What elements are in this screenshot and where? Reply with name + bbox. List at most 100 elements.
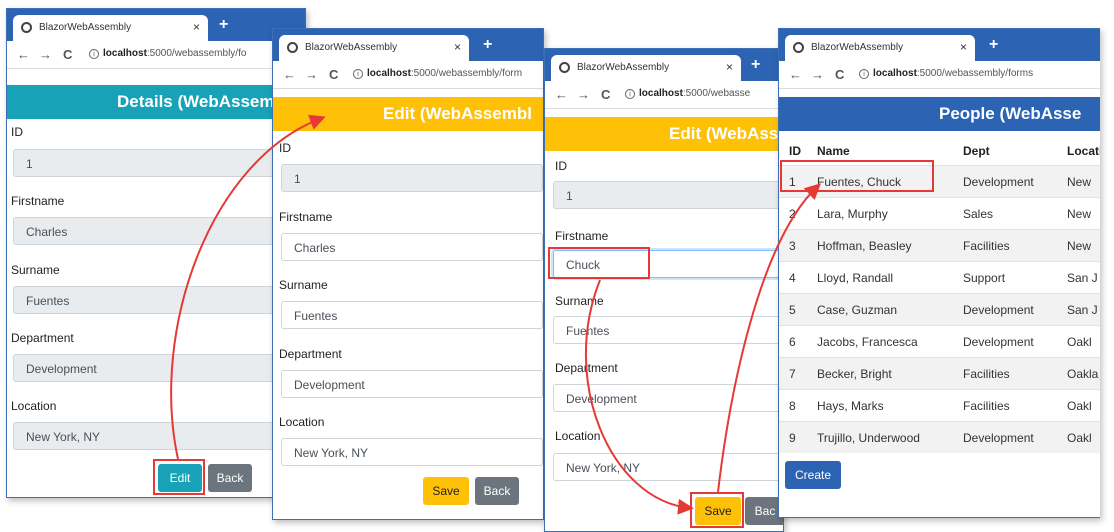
cell-id: 6: [789, 335, 796, 349]
firstname-highlight: [548, 247, 650, 279]
id-label: ID: [555, 159, 567, 173]
address-bar: ← → C i localhost:5000/webassembly/forms: [779, 61, 1100, 89]
row-highlight: [780, 160, 934, 192]
url-field[interactable]: i localhost:5000/webassembly/forms: [859, 68, 1033, 79]
cell-id: 2: [789, 207, 796, 221]
cell-location: New: [1067, 175, 1092, 189]
cell-dept: Development: [963, 175, 1034, 189]
table-row[interactable]: 2 Lara, Murphy Sales New: [779, 197, 1100, 229]
department-input[interactable]: Development: [553, 384, 783, 412]
cell-dept: Sales: [963, 207, 994, 221]
table-body: 1 Fuentes, Chuck Development New 2 Lara, Murp…: [779, 165, 1100, 453]
info-icon: i: [353, 69, 363, 79]
address-bar: ← → C i localhost:5000/webasse: [545, 81, 783, 109]
people-window: BlazorWebAssembly × + ← → C i localhost:5…: [778, 28, 1100, 518]
new-tab-icon[interactable]: +: [219, 16, 228, 34]
table-row[interactable]: 3 Hoffman, Beasley Facilities New: [779, 229, 1100, 261]
title-bar: BlazorWebAssembly × +: [7, 9, 305, 41]
back-button[interactable]: Back: [208, 464, 252, 492]
forward-arrow-icon[interactable]: →: [39, 47, 52, 62]
create-button[interactable]: Create: [785, 461, 841, 489]
browser-tab[interactable]: BlazorWebAssembly ×: [785, 35, 975, 61]
cell-dept: Development: [963, 431, 1034, 445]
cell-dept: Facilities: [963, 399, 1010, 413]
location-field: New York, NY: [13, 422, 303, 450]
back-button[interactable]: Back: [475, 477, 519, 505]
page-header: Edit (WebAss: [545, 117, 783, 151]
cell-name: Becker, Bright: [817, 367, 892, 381]
reload-icon[interactable]: C: [329, 67, 338, 82]
reload-icon[interactable]: C: [601, 87, 610, 102]
cell-id: 9: [789, 431, 796, 445]
id-label: ID: [279, 141, 291, 155]
tab-close-icon[interactable]: ×: [960, 40, 967, 54]
favicon-icon: [793, 42, 804, 53]
new-tab-icon[interactable]: +: [751, 56, 760, 74]
address-bar: ← → C i localhost:5000/webassembly/fo: [7, 41, 305, 69]
browser-tab[interactable]: BlazorWebAssembly ×: [551, 55, 741, 81]
back-arrow-icon[interactable]: ←: [17, 47, 30, 62]
table-row[interactable]: 9 Trujillo, Underwood Development Oakl: [779, 421, 1100, 453]
location-input[interactable]: New York, NY: [281, 438, 543, 466]
edit-button-highlight: [153, 459, 205, 495]
location-label: Location: [279, 415, 325, 429]
back-arrow-icon[interactable]: ←: [555, 87, 568, 102]
reload-icon[interactable]: C: [63, 47, 72, 62]
location-input[interactable]: New York, NY: [553, 453, 783, 481]
browser-tab[interactable]: BlazorWebAssembly ×: [13, 15, 208, 41]
forward-arrow-icon[interactable]: →: [305, 67, 318, 82]
info-icon: i: [625, 89, 635, 99]
surname-label: Surname: [279, 278, 328, 292]
firstname-input[interactable]: Charles: [281, 233, 543, 261]
url-field[interactable]: i localhost:5000/webassembly/fo: [89, 48, 246, 59]
favicon-icon: [559, 62, 570, 73]
id-field: 1: [281, 164, 543, 192]
cell-name: Lloyd, Randall: [817, 271, 894, 285]
url-field[interactable]: i localhost:5000/webasse: [625, 88, 750, 99]
department-field: Development: [13, 354, 303, 382]
cell-dept: Support: [963, 271, 1006, 285]
tab-close-icon[interactable]: ×: [193, 20, 200, 34]
back-arrow-icon[interactable]: ←: [283, 67, 296, 82]
browser-tab[interactable]: BlazorWebAssembly ×: [279, 35, 469, 61]
cell-dept: Development: [963, 303, 1034, 317]
table-row[interactable]: 7 Becker, Bright Facilities Oakla: [779, 357, 1100, 389]
cell-id: 4: [789, 271, 796, 285]
tab-title: BlazorWebAssembly: [811, 42, 904, 53]
edit-modified-window: BlazorWebAssembly × + ← → C i localhost:5…: [544, 48, 784, 532]
save-button[interactable]: Save: [423, 477, 469, 505]
new-tab-icon[interactable]: +: [989, 36, 998, 54]
table-row[interactable]: 5 Case, Guzman Development San J: [779, 293, 1100, 325]
reload-icon[interactable]: C: [835, 67, 844, 82]
cell-location: Oakl: [1067, 335, 1092, 349]
surname-input[interactable]: Fuentes: [281, 301, 543, 329]
cell-name: Case, Guzman: [817, 303, 898, 317]
cell-location: Oakla: [1067, 367, 1099, 381]
column-header-dept: Dept: [963, 144, 990, 158]
department-label: Department: [555, 361, 618, 375]
surname-input[interactable]: Fuentes: [553, 316, 783, 344]
forward-arrow-icon[interactable]: →: [577, 87, 590, 102]
tab-title: BlazorWebAssembly: [577, 62, 670, 73]
back-arrow-icon[interactable]: ←: [789, 67, 802, 82]
url-field[interactable]: i localhost:5000/webassembly/form: [353, 68, 522, 79]
table-row[interactable]: 6 Jacobs, Francesca Development Oakl: [779, 325, 1100, 357]
column-header-name: Name: [817, 144, 850, 158]
forward-arrow-icon[interactable]: →: [811, 67, 824, 82]
cell-location: Oakl: [1067, 399, 1092, 413]
table-row[interactable]: 8 Hays, Marks Facilities Oakl: [779, 389, 1100, 421]
column-header-id: ID: [789, 144, 801, 158]
title-bar: BlazorWebAssembly × +: [273, 29, 543, 61]
cell-dept: Development: [963, 335, 1034, 349]
department-label: Department: [11, 331, 74, 345]
tab-close-icon[interactable]: ×: [726, 60, 733, 74]
table-row[interactable]: 4 Lloyd, Randall Support San J: [779, 261, 1100, 293]
title-bar: BlazorWebAssembly × +: [545, 49, 783, 81]
tab-close-icon[interactable]: ×: [454, 40, 461, 54]
department-input[interactable]: Development: [281, 370, 543, 398]
cell-name: Lara, Murphy: [817, 207, 888, 221]
firstname-label: Firstname: [279, 210, 333, 224]
new-tab-icon[interactable]: +: [483, 36, 492, 54]
cell-name: Hoffman, Beasley: [817, 239, 912, 253]
firstname-label: Firstname: [555, 229, 609, 243]
